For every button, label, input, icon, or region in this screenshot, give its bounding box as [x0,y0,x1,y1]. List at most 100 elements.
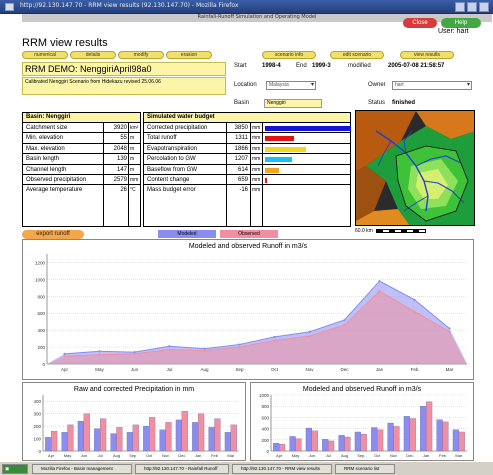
toolbar-numerical-button[interactable]: numerical [22,51,68,59]
basin-row-value: 139 [116,156,127,163]
basin-table-row: Max. elevation 2048 m [23,144,140,155]
budget-row-unit: mm [252,125,261,131]
bar [126,432,133,452]
bar [371,427,378,452]
browser-icon [5,3,14,11]
budget-table-row: Total runoff 1311 mm [144,133,350,144]
budget-bar [265,167,279,173]
modified-value: 2005-07-08 21:58:57 [388,63,445,69]
bar [165,422,172,452]
owner-select[interactable]: hart [392,81,472,90]
bar [208,427,215,452]
x-tick-label: Oct [271,367,279,372]
bar [311,430,318,452]
budget-table-row: Mass budget error -16 mm [144,185,350,195]
budget-row-value: 1311 [235,135,248,142]
budget-table-row: Percolation to GW 1207 mm [144,154,350,165]
help-button[interactable]: Help [441,18,481,28]
bar [110,433,117,452]
budget-row-value: 1866 [234,145,248,152]
bar [224,432,231,452]
data-point [343,318,346,322]
x-tick-label: Oct [146,453,153,458]
x-tick-label: Nov [162,453,169,458]
y-tick-label: 800 [37,294,45,299]
scenario-info-button[interactable]: scenario info [262,51,316,59]
bar [420,406,427,452]
budget-row-label: Total runoff [147,135,177,142]
budget-table-row: Baseflow from GW 614 mm [144,165,350,175]
x-tick-label: Sep [357,453,365,458]
maximize-button[interactable] [467,2,477,12]
data-point [273,335,276,339]
bar [436,419,443,452]
runoff-bar-chart: Modeled and observed Runoff in m3/s 0 200… [250,382,474,461]
bar [354,431,361,452]
basin-row-unit: m [130,145,135,152]
user-label: User: hart [438,28,469,35]
water-budget-table: Simulated water budget Corrected precipi… [143,112,351,227]
runoff-timeseries-svg: 0 200 400 600 800 1000 1200 Apr May Jun Jul Aug Sep O… [35,254,467,372]
close-window-button[interactable] [479,2,489,12]
bar [61,432,68,452]
data-point [63,355,66,358]
end-value: 1999-3 [312,63,331,69]
budget-bar [265,177,267,183]
taskbar-item[interactable]: RRM scenario list [335,464,395,474]
basin-table-row: Channel length 147 m [23,165,140,175]
toolbar-modify-button[interactable]: modify [118,51,164,59]
basin-row-label: Min. elevation [26,135,64,142]
y-tick-label: 400 [261,427,269,432]
data-point [413,310,416,313]
x-tick-label: Nov [390,453,397,458]
bar [159,429,166,452]
basin-elevation-map[interactable] [355,110,475,226]
bar [289,436,296,452]
basin-table-row: Average temperature 26 °C [23,185,140,195]
export-runoff-button[interactable]: export runoff [22,230,84,239]
basin-row-value: 2579 [113,176,127,183]
toolbar-erasion-button[interactable]: erasion [166,51,212,59]
basin-row-value: 26 [120,187,127,194]
budget-row-label: Content change [147,176,190,183]
basin-row-unit: m [130,156,135,163]
taskbar-item[interactable]: Mozilla Firefox - Basin management [32,464,132,474]
data-point [308,334,311,338]
basin-row-value: 2048 [113,145,127,152]
end-label: End [296,63,307,69]
x-tick-label: Aug [113,453,120,458]
budget-row-unit: mm [252,145,261,152]
bar [51,430,58,452]
x-tick-label: Jul [167,367,173,372]
close-button[interactable]: Close [403,18,437,28]
bar [338,435,345,452]
y-tick-label: 200 [261,438,269,443]
x-tick-label: Apr [61,367,69,372]
location-select[interactable]: Malaysia [266,81,316,90]
bar [403,416,410,452]
start-button[interactable]: ▣ [2,464,28,474]
y-tick-label: 200 [33,424,41,429]
data-point [273,339,276,342]
budget-row-value: 1207 [234,156,248,163]
budget-row-label: Corrected precipitation [147,125,208,131]
budget-bar [265,136,294,142]
x-tick-label: Sep [129,453,137,458]
taskbar-item[interactable]: http://92.130.147.70 - Rainfall Runoff [135,464,229,474]
precipitation-chart: Raw and corrected Precipitation in mm 01… [22,382,246,461]
basin-row-value: 147 [116,166,127,173]
y-tick-label: 1000 [259,393,270,398]
bar [393,426,400,452]
basin-row-unit: mm [130,176,139,183]
bar [377,429,384,452]
data-point [168,345,171,348]
toolbar-details-button[interactable]: details [70,51,116,59]
taskbar-item[interactable]: http://92.130.147.70 - RRM view results [232,464,332,474]
y-tick-label: 0 [42,362,45,367]
view-results-button[interactable]: view results [400,51,454,59]
bar [452,429,459,452]
bar [192,422,199,452]
edit-scenario-button[interactable]: edit scenario [330,51,384,59]
minimize-button[interactable] [455,2,465,12]
x-tick-label: Aug [200,367,209,372]
